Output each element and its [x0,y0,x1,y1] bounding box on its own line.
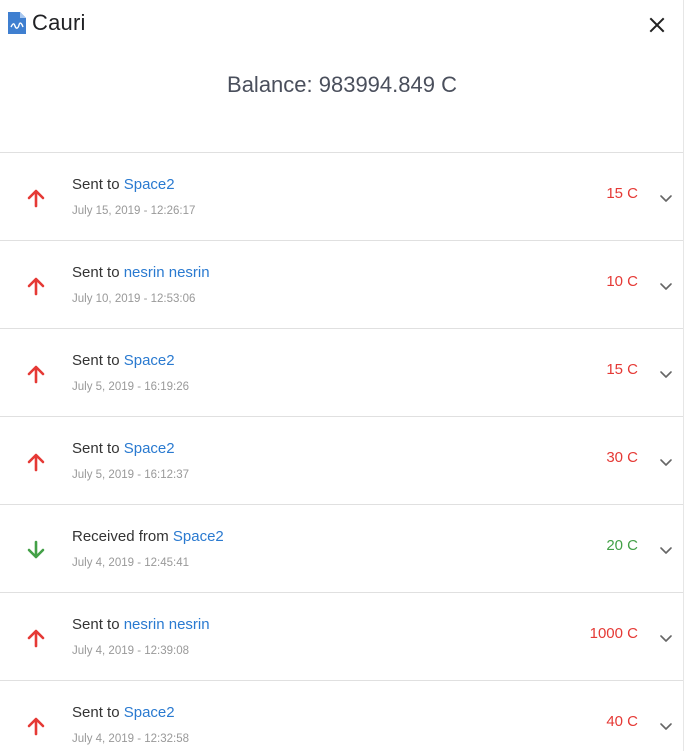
transaction-row[interactable]: Sent to Space2 July 5, 2019 - 16:19:26 15 … [0,329,683,417]
transaction-date: July 4, 2019 - 12:45:41 [72,557,189,569]
chevron-down-icon[interactable] [657,717,675,735]
close-icon[interactable] [644,12,670,38]
transaction-description: Sent to Space2 [72,175,175,195]
transaction-description: Sent to Space2 [72,439,175,459]
transaction-date: July 4, 2019 - 12:32:58 [72,733,189,745]
arrow-up-icon [24,626,48,650]
arrow-down-icon [24,538,48,562]
transaction-action: Sent to [72,440,120,457]
transaction-row[interactable]: Received from Space2 July 4, 2019 - 12:45… [0,505,683,593]
transaction-party-link[interactable]: Space2 [124,176,175,193]
transaction-amount: 15 C [606,185,638,202]
transaction-row[interactable]: Sent to Space2 July 15, 2019 - 12:26:17 15… [0,153,683,241]
transaction-action: Sent to [72,176,120,193]
arrow-up-icon [24,714,48,738]
transaction-amount: 20 C [606,537,638,554]
balance-label: Balance: 983994.849 C [227,72,457,97]
transaction-action: Sent to [72,704,120,721]
transaction-row[interactable]: Sent to Space2 July 4, 2019 - 12:32:58 40 … [0,681,683,751]
document-icon [7,11,27,35]
transaction-description: Received from Space2 [72,527,224,547]
transaction-row[interactable]: Sent to nesrin nesrin July 10, 2019 - 12:… [0,241,683,329]
title-bar: Cauri [0,0,683,48]
chevron-down-icon[interactable] [657,541,675,559]
transaction-party-link[interactable]: nesrin nesrin [124,616,210,633]
transaction-amount: 1000 C [589,625,638,642]
transaction-row[interactable]: Sent to Space2 July 5, 2019 - 16:12:37 30 … [0,417,683,505]
transaction-party-link[interactable]: nesrin nesrin [124,264,210,281]
transaction-party-link[interactable]: Space2 [173,528,224,545]
transaction-amount: 40 C [606,713,638,730]
transaction-date: July 5, 2019 - 16:19:26 [72,381,189,393]
arrow-up-icon [24,186,48,210]
transaction-amount: 30 C [606,449,638,466]
transaction-amount: 10 C [606,273,638,290]
chevron-down-icon[interactable] [657,277,675,295]
chevron-down-icon[interactable] [657,453,675,471]
transaction-action: Received from [72,528,169,545]
transaction-description: Sent to Space2 [72,703,175,723]
app-title: Cauri [32,10,86,35]
transaction-party-link[interactable]: Space2 [124,704,175,721]
transaction-description: Sent to nesrin nesrin [72,263,210,283]
transaction-amount: 15 C [606,361,638,378]
transaction-party-link[interactable]: Space2 [124,440,175,457]
transaction-row[interactable]: Sent to nesrin nesrin July 4, 2019 - 12:3… [0,593,683,681]
arrow-up-icon [24,450,48,474]
chevron-down-icon[interactable] [657,189,675,207]
close-button[interactable] [644,12,670,38]
transaction-date: July 10, 2019 - 12:53:06 [72,293,196,305]
transaction-list: Sent to Space2 July 15, 2019 - 12:26:17 15… [0,152,683,751]
cauri-wallet-window: Cauri Balance: 983994.849 C Sent to Spac… [0,0,684,751]
transaction-date: July 5, 2019 - 16:12:37 [72,469,189,481]
chevron-down-icon[interactable] [657,365,675,383]
transaction-date: July 15, 2019 - 12:26:17 [72,205,196,217]
transaction-action: Sent to [72,352,120,369]
arrow-up-icon [24,274,48,298]
transaction-party-link[interactable]: Space2 [124,352,175,369]
transaction-action: Sent to [72,264,120,281]
transaction-description: Sent to Space2 [72,351,175,371]
transaction-description: Sent to nesrin nesrin [72,615,210,635]
transaction-action: Sent to [72,616,120,633]
arrow-up-icon [24,362,48,386]
transaction-date: July 4, 2019 - 12:39:08 [72,645,189,657]
chevron-down-icon[interactable] [657,629,675,647]
